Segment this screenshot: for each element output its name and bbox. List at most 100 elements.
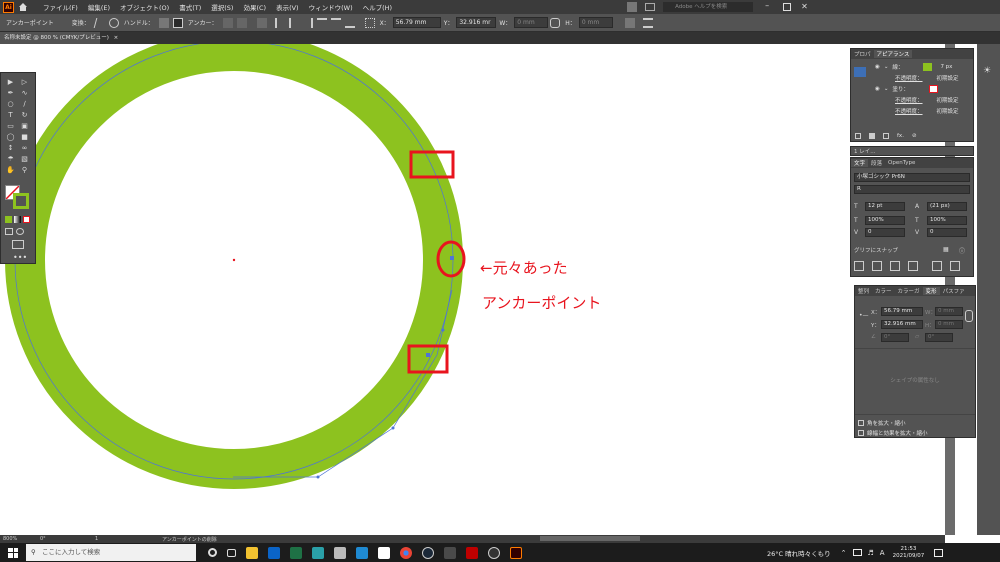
shear-angle-field[interactable]: 0° [925,333,953,342]
eye-icon[interactable]: ◉ [875,86,880,92]
canvas[interactable]: ←元々あった アンカーポイント [0,44,945,535]
pen-tool-icon[interactable]: ✒ [6,89,15,98]
tp-w-field[interactable]: 0 mm [935,307,963,316]
layers-panel-tab[interactable]: 1 レイ... [850,146,974,156]
file-explorer-icon[interactable] [246,546,258,559]
scale-strokes-row[interactable]: 線幅と効果を拡大・縮小 [858,427,928,438]
tab-character[interactable]: 文字 [851,159,869,167]
menu-object[interactable]: オブジェクト(O) [115,2,174,12]
isolate-icon[interactable] [624,17,635,28]
app-icon[interactable] [444,546,456,559]
filezilla-icon[interactable] [466,546,478,559]
add-stroke-icon[interactable] [869,132,875,139]
app-icon[interactable] [312,546,324,559]
excel-icon[interactable] [290,546,302,559]
scale-corners-checkbox[interactable] [858,419,864,426]
tab-opentype[interactable]: OpenType [885,160,918,166]
menu-help[interactable]: ヘルプ(H) [358,2,397,12]
menu-view[interactable]: 表示(V) [271,2,304,12]
snap-anchor-icon[interactable] [950,261,960,271]
task-view-icon[interactable] [227,548,236,557]
menu-file[interactable]: ファイル(F) [38,2,83,12]
rotate-tool-icon[interactable]: ↻ [20,111,29,120]
ellipse-tool-icon[interactable]: ○ [6,100,15,109]
angle-field[interactable]: 0° [40,536,46,542]
stroke-color-swatch[interactable] [923,62,933,71]
stroke-width-value[interactable]: 7 px [940,64,952,70]
steam-icon[interactable] [422,546,434,559]
align-middle-icon[interactable] [330,17,341,28]
snap-proximity-icon[interactable] [908,261,918,271]
screen-mode-icon[interactable] [12,240,24,249]
font-style-select[interactable]: R [854,185,970,194]
tray-up-icon[interactable]: ⌃ [841,549,847,557]
home-icon[interactable] [18,2,28,12]
convert-anchor-icon[interactable] [93,17,107,28]
h-field[interactable]: 0 mm [578,17,613,28]
panel-menu-icon[interactable] [642,17,653,28]
workspace-switcher-icon[interactable] [627,2,638,12]
constrain-link-icon[interactable] [550,17,561,28]
handle-show-icon[interactable] [158,17,169,28]
kerning-field[interactable]: 0 [865,228,905,237]
curvature-tool-icon[interactable]: ∿ [20,89,29,98]
menu-effect[interactable]: 効果(C) [238,2,271,12]
align-right-icon[interactable] [303,17,313,28]
eyedropper-tool-icon[interactable]: ↕ [6,144,15,153]
clear-appearance-icon[interactable]: ⊘ [912,133,917,139]
color-mode-icon[interactable] [5,216,12,223]
tab-appearance[interactable]: アピアランス [873,50,913,58]
tp-x-field[interactable]: 56.79 mm [881,307,923,316]
mail-icon[interactable] [268,546,280,559]
ime-icon[interactable]: A [880,549,885,557]
fill-none-swatch[interactable] [928,84,938,93]
new-art-icon[interactable] [855,132,861,139]
tab-layers[interactable]: 1 レイ... [851,149,879,155]
align-center-icon[interactable] [288,17,299,28]
notification-icon[interactable] [934,548,944,557]
menu-select[interactable]: 選択(S) [206,2,238,12]
eye-icon[interactable]: ◉ [875,64,880,70]
tab-color-guide[interactable]: カラーガ [895,287,923,295]
fx-button[interactable]: fx. [897,133,904,139]
w-field[interactable]: 0 mm [514,17,549,28]
more-tools-icon[interactable]: ••• [13,253,27,262]
font-size-field[interactable]: 12 pt [865,202,905,211]
tab-pathfinder[interactable]: パスファ [940,287,968,295]
add-fill-icon[interactable] [883,132,889,139]
font-family-select[interactable]: 小塚ゴシック Pr6N [854,173,970,182]
zoom-field[interactable]: 800% [3,536,17,542]
align-icon[interactable] [256,17,267,28]
maximize-button[interactable] [783,3,792,11]
snap-xheight-icon[interactable] [872,261,882,271]
blend-tool-icon[interactable]: ∞ [20,144,29,153]
opacity-row-2[interactable]: 不透明度： 初期設定 [875,94,971,105]
weather-label[interactable]: 26°C 晴れ時々くもり [767,548,831,558]
illustrator-taskbar-icon[interactable] [510,546,522,559]
x-field[interactable]: 56.79 mm [392,17,441,28]
opacity-row[interactable]: 不透明度： 初期設定 [875,72,971,83]
leading-field[interactable]: (21 px) [927,202,967,211]
type-tool-icon[interactable]: T [6,111,15,120]
horizontal-scale-field[interactable]: 100% [927,216,967,225]
horizontal-scrollbar[interactable] [540,536,640,541]
menu-type[interactable]: 書式(T) [174,2,206,12]
tab-properties[interactable]: プロパ [851,50,874,58]
draw-mode-icon[interactable] [5,228,13,235]
tab-paragraph[interactable]: 段落 [868,159,885,167]
tracking-field[interactable]: 0 [927,228,967,237]
cortana-icon[interactable] [208,548,217,557]
opacity-row-3[interactable]: 不透明度： 初期設定 [875,105,971,116]
eraser-tool-icon[interactable]: ▭ [6,122,15,131]
vertical-scale-field[interactable]: 100% [865,216,905,225]
convert-smooth-icon[interactable] [108,17,119,28]
align-top-icon[interactable] [316,17,327,28]
hand-tool-icon[interactable]: ✋ [6,166,15,175]
snap-angular-icon[interactable] [932,261,942,271]
rotate-angle-field[interactable]: 0° [881,333,909,342]
minimize-button[interactable]: – [765,2,775,12]
obs-icon[interactable] [488,546,500,559]
snap-settings-icon[interactable]: ▦ [943,246,949,253]
reference-point-icon[interactable] [364,17,375,28]
handle-hide-icon[interactable] [172,17,183,28]
